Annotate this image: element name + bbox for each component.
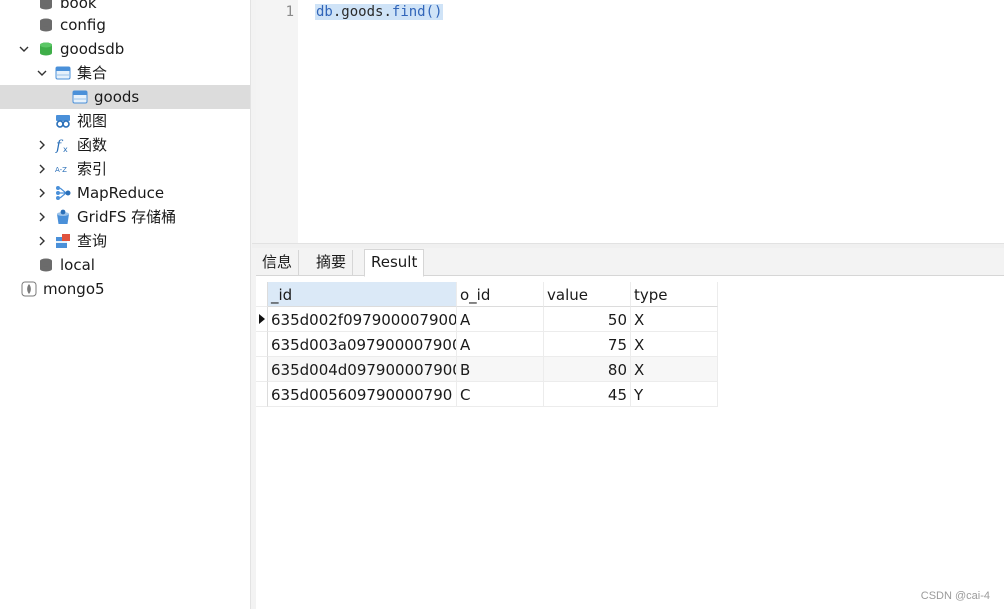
row-marker — [256, 357, 268, 382]
chevron-right-icon[interactable] — [37, 164, 47, 174]
cell-o-id[interactable]: B — [457, 357, 544, 382]
svg-text:A-Z: A-Z — [55, 166, 67, 174]
gridfs-bucket-icon — [55, 209, 71, 225]
chevron-down-icon[interactable] — [19, 44, 29, 54]
cell-o-id[interactable]: A — [457, 307, 544, 332]
chevron-right-icon[interactable] — [37, 140, 47, 150]
database-icon — [38, 41, 54, 57]
cell-id[interactable]: 635d002f0979000079006 — [268, 307, 457, 332]
tree-item-label: 查询 — [77, 232, 108, 250]
tree-item-mongo5[interactable]: mongo5 — [0, 277, 250, 301]
tree-item-gridfs[interactable]: GridFS 存储桶 — [0, 205, 250, 229]
database-icon — [38, 257, 54, 273]
database-icon — [38, 17, 54, 33]
tab-result[interactable]: Result — [364, 249, 425, 277]
tree-item-label: goodsdb — [60, 40, 125, 58]
tree-item-label: 集合 — [77, 64, 108, 82]
tree-item-label: 视图 — [77, 112, 108, 130]
code-line[interactable]: db.goods.find() — [315, 2, 444, 22]
function-icon: fx — [55, 137, 71, 153]
collection-folder-icon — [55, 65, 71, 81]
tree-item-label: 函数 — [77, 136, 108, 154]
cell-type[interactable]: X — [631, 307, 718, 332]
tree-item-label: GridFS 存储桶 — [77, 208, 177, 226]
column-header-o-id[interactable]: o_id — [457, 282, 544, 307]
tree-item-label: mongo5 — [43, 280, 105, 298]
svg-text:x: x — [63, 145, 68, 153]
tree-item-goods[interactable]: goods — [0, 85, 250, 109]
tree-item-goodsdb[interactable]: goodsdb — [0, 37, 250, 61]
current-row-marker — [256, 307, 268, 332]
tree-item-label: book — [60, 0, 97, 12]
column-header-type[interactable]: type — [631, 282, 718, 307]
table-row[interactable]: 635d003a097900007900 A 75 X — [256, 332, 718, 357]
table-row[interactable]: 635d004d097900007900 B 80 X — [256, 357, 718, 382]
table-row[interactable]: 635d002f0979000079006 A 50 X — [256, 307, 718, 332]
result-tab-bar: 信息 摘要 Result — [256, 248, 1004, 277]
query-icon — [55, 233, 71, 249]
collection-icon — [72, 89, 88, 105]
cell-value[interactable]: 80 — [544, 357, 631, 382]
tab-info[interactable]: 信息 — [256, 250, 300, 276]
query-editor[interactable]: 1 db.goods.find() — [256, 0, 1004, 244]
code-token-dot: . — [383, 4, 392, 20]
tree-item-label: 索引 — [77, 160, 108, 178]
row-marker — [256, 332, 268, 357]
chevron-down-icon[interactable] — [37, 68, 47, 78]
row-marker — [256, 382, 268, 407]
watermark: CSDN @cai-4 — [920, 590, 990, 602]
code-token-call: find() — [391, 4, 443, 20]
mongo-connection-icon — [21, 281, 37, 297]
index-icon: A-Z — [55, 161, 71, 177]
cell-id[interactable]: 635d005609790000790 — [268, 382, 457, 407]
cell-id[interactable]: 635d004d097900007900 — [268, 357, 457, 382]
tree-item-indexes[interactable]: A-Z 索引 — [0, 157, 250, 181]
cell-value[interactable]: 75 — [544, 332, 631, 357]
tree-item-label: local — [60, 256, 95, 274]
code-selection: db.goods.find() — [315, 4, 444, 20]
cell-id[interactable]: 635d003a097900007900 — [268, 332, 457, 357]
tree-item-queries[interactable]: 查询 — [0, 229, 250, 253]
grid-header-row: _id o_id value type — [256, 282, 718, 307]
tree-item-collections[interactable]: 集合 — [0, 61, 250, 85]
tab-summary[interactable]: 摘要 — [310, 250, 354, 276]
tree-item-functions[interactable]: fx 函数 — [0, 133, 250, 157]
cell-value[interactable]: 50 — [544, 307, 631, 332]
column-header-value[interactable]: value — [544, 282, 631, 307]
tree-item-mapreduce[interactable]: MapReduce — [0, 181, 250, 205]
tree-item-label: config — [60, 16, 106, 34]
tree-item-label: MapReduce — [77, 184, 165, 202]
cell-o-id[interactable]: C — [457, 382, 544, 407]
tree-item-views[interactable]: 视图 — [0, 109, 250, 133]
line-number-gutter: 1 — [256, 0, 298, 244]
cell-o-id[interactable]: A — [457, 332, 544, 357]
code-token-collection: goods — [341, 4, 384, 20]
tree-item-label: goods — [94, 88, 140, 106]
chevron-right-icon[interactable] — [37, 212, 47, 222]
row-header-corner — [256, 282, 268, 307]
chevron-right-icon[interactable] — [37, 236, 47, 246]
chevron-right-icon[interactable] — [37, 188, 47, 198]
navigation-tree: book config goodsdb 集合 goods 视图 f x 函数 A… — [0, 0, 251, 609]
cell-type[interactable]: X — [631, 357, 718, 382]
view-icon — [55, 113, 71, 129]
cell-value[interactable]: 45 — [544, 382, 631, 407]
tree-item-local[interactable]: local — [0, 253, 250, 277]
tree-item-config[interactable]: config — [0, 13, 250, 37]
column-header-id[interactable]: _id — [268, 282, 457, 307]
table-row[interactable]: 635d005609790000790 C 45 Y — [256, 382, 718, 407]
line-number: 1 — [285, 4, 294, 20]
database-icon — [38, 0, 54, 11]
cell-type[interactable]: Y — [631, 382, 718, 407]
code-token-db: db — [316, 4, 333, 20]
mapreduce-icon — [55, 185, 71, 201]
cell-type[interactable]: X — [631, 332, 718, 357]
